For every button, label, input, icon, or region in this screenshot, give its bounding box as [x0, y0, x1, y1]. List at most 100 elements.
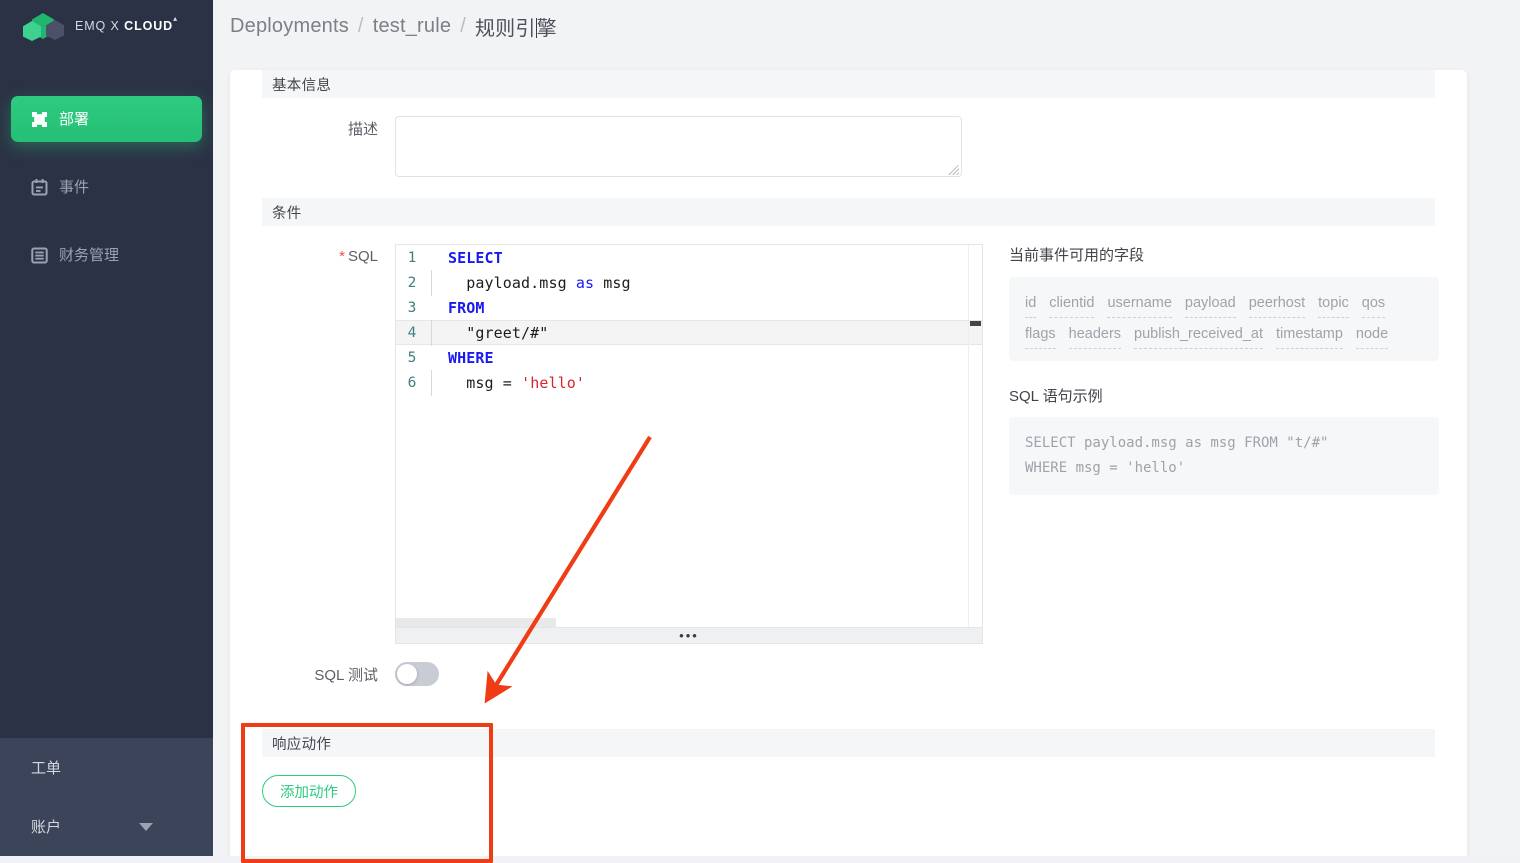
sidebar-item-billing[interactable]: 财务管理 [11, 232, 202, 278]
code-line[interactable]: 3 FROM [396, 295, 982, 320]
code-text: payload.msg as msg [428, 274, 631, 292]
sql-text: payload.msg [448, 274, 576, 292]
description-input[interactable] [395, 116, 962, 177]
chevron-down-icon[interactable] [139, 823, 153, 831]
sidebar-item-deployments[interactable]: 部署 [11, 96, 202, 142]
sql-editor-content[interactable]: 1 SELECT 2 payload.msg as msg 3 FROM [396, 245, 982, 627]
code-text: "greet/#" [428, 324, 548, 342]
sidebar-item-label: 部署 [59, 112, 89, 127]
code-line[interactable]: 5 WHERE [396, 345, 982, 370]
sidebar-item-tickets[interactable]: 工单 [0, 738, 213, 797]
sql-keyword: WHERE [448, 349, 494, 367]
description-row: 描述 [230, 116, 1467, 177]
line-number: 3 [396, 300, 428, 316]
editor-vertical-scrollbar[interactable] [968, 245, 982, 627]
field-tag[interactable]: node [1356, 322, 1388, 349]
brand-logo[interactable]: EMQ X CLOUD▴ [22, 11, 178, 41]
breadcrumb: Deployments / test_rule / 规则引擎 [213, 0, 1520, 53]
code-line[interactable]: 1 SELECT [396, 245, 982, 270]
breadcrumb-current-suffix: 擎 [537, 18, 557, 40]
emqx-hexagon-logo-icon [22, 11, 66, 41]
brand-name-bold: CLOUD [124, 20, 173, 34]
field-tag[interactable]: qos [1362, 291, 1385, 318]
toggle-knob [397, 664, 417, 684]
breadcrumb-separator: / [358, 15, 364, 38]
line-number: 5 [396, 350, 428, 366]
sidebar-spacer [0, 278, 213, 738]
section-header-basic-info: 基本信息 [262, 70, 1435, 98]
resize-dots-icon: ••• [679, 633, 699, 639]
sql-editor[interactable]: 1 SELECT 2 payload.msg as msg 3 FROM [395, 244, 983, 628]
section-title: 条件 [272, 202, 302, 223]
breadcrumb-item-test-rule[interactable]: test_rule [373, 15, 452, 38]
code-text: msg = 'hello' [428, 374, 585, 392]
line-number: 1 [396, 250, 428, 266]
line-number: 4 [396, 325, 428, 341]
breadcrumb-current-prefix: 规则引 [475, 18, 536, 40]
sql-example-title: SQL 语句示例 [1009, 385, 1439, 406]
field-tag[interactable]: headers [1069, 322, 1121, 349]
code-line[interactable]: 6 msg = 'hello' [396, 370, 982, 395]
field-tag[interactable]: timestamp [1276, 322, 1343, 349]
sidebar-item-account[interactable]: 账户 [0, 797, 213, 856]
sql-text: msg [594, 274, 631, 292]
field-tag[interactable]: id [1025, 291, 1036, 318]
field-tag[interactable]: publish_received_at [1134, 322, 1263, 349]
sql-keyword: SELECT [448, 249, 503, 267]
required-mark: * [339, 248, 345, 265]
brand-name-light: EMQ X [75, 20, 124, 34]
brand-name: EMQ X CLOUD▴ [75, 18, 178, 33]
annotation-rectangle [241, 723, 493, 863]
sidebar-bottom-label: 账户 [31, 816, 61, 837]
sql-operator: = [503, 374, 512, 392]
brand-superscript: ▴ [173, 14, 178, 23]
section-title: 基本信息 [272, 74, 331, 95]
sidebar-item-events[interactable]: 事件 [11, 164, 202, 210]
sidebar-logo-area[interactable]: EMQ X CLOUD▴ [0, 0, 213, 52]
app-root: EMQ X CLOUD▴ 部署 [0, 0, 1520, 856]
sql-example-code: SELECT payload.msg as msg FROM "t/#" WHE… [1009, 417, 1439, 495]
field-tag[interactable]: payload [1185, 291, 1236, 318]
field-tag[interactable]: clientid [1049, 291, 1094, 318]
sql-test-row: SQL 测试 [230, 662, 1467, 686]
code-line[interactable]: 2 payload.msg as msg [396, 270, 982, 295]
sidebar: EMQ X CLOUD▴ 部署 [0, 0, 213, 856]
section-header-condition: 条件 [262, 198, 1435, 226]
code-text: WHERE [428, 349, 494, 367]
sql-row: *SQL 1 SELECT 2 payload.msg as msg [230, 244, 1467, 644]
field-tag[interactable]: username [1107, 291, 1171, 318]
sql-test-label: SQL 测试 [230, 664, 395, 685]
sidebar-item-label: 财务管理 [59, 248, 119, 263]
line-number: 6 [396, 375, 428, 391]
editor-scrollbar-thumb[interactable] [970, 321, 981, 326]
breadcrumb-separator: / [460, 15, 466, 38]
events-icon [31, 179, 48, 196]
available-fields-box: id clientid username payload peerhost to… [1009, 277, 1439, 361]
code-line-active[interactable]: 4 "greet/#" [396, 320, 982, 345]
sidebar-bottom: 工单 账户 [0, 738, 213, 856]
sql-keyword: FROM [448, 299, 485, 317]
description-label: 描述 [230, 116, 395, 144]
sql-text: "greet/#" [448, 324, 548, 342]
sql-label: *SQL [230, 244, 395, 270]
sidebar-item-label: 事件 [59, 180, 89, 195]
sql-test-toggle[interactable] [395, 662, 439, 686]
code-text: SELECT [428, 249, 503, 267]
available-fields-title: 当前事件可用的字段 [1009, 244, 1439, 265]
sql-label-text: SQL [348, 248, 378, 265]
editor-resize-handle[interactable]: ••• [395, 628, 983, 644]
editor-horizontal-scrollbar[interactable] [396, 618, 556, 627]
sidebar-nav: 部署 事件 [0, 96, 213, 278]
field-tag[interactable]: peerhost [1249, 291, 1305, 318]
code-text: FROM [428, 299, 485, 317]
billing-icon [31, 247, 48, 264]
breadcrumb-item-current: 规则引擎 [475, 12, 557, 41]
breadcrumb-item-deployments[interactable]: Deployments [230, 15, 349, 38]
sql-keyword: as [576, 274, 594, 292]
deploy-icon [31, 111, 48, 128]
resize-grip-icon[interactable] [948, 164, 959, 175]
field-tag[interactable]: topic [1318, 291, 1349, 318]
field-tag[interactable]: flags [1025, 322, 1056, 349]
help-panel: 当前事件可用的字段 id clientid username payload p… [1009, 244, 1439, 495]
sidebar-bottom-label: 工单 [31, 757, 61, 778]
